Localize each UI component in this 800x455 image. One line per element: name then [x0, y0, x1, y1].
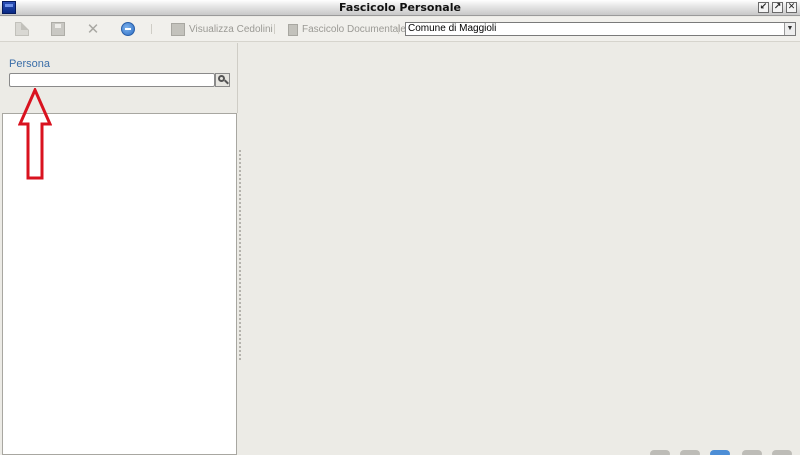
chevron-down-icon[interactable]: ▼	[784, 23, 795, 35]
toolbar-separator	[151, 24, 152, 34]
persona-label: Persona	[9, 58, 50, 70]
document-icon	[288, 23, 298, 36]
window-controls: ↙ ↗ ✕	[758, 2, 797, 13]
save-icon[interactable]	[51, 22, 65, 36]
visualizza-cedolini-button[interactable]: Visualizza Cedolini	[171, 22, 273, 37]
close-button[interactable]: ✕	[786, 2, 797, 13]
search-button[interactable]	[215, 73, 230, 87]
toolbar: ✕ Visualizza Cedolini Fascicolo Document…	[0, 17, 800, 42]
fascicolo-documentale-label: Fascicolo Documentale	[302, 24, 406, 35]
toolbar-separator	[398, 24, 399, 34]
bottom-control[interactable]	[650, 450, 670, 455]
maximize-button[interactable]: ↗	[772, 2, 783, 13]
persona-search-input[interactable]	[9, 73, 215, 87]
delete-icon[interactable]: ✕	[86, 22, 100, 37]
toolbar-separator	[274, 24, 275, 34]
fascicolo-documentale-button[interactable]: Fascicolo Documentale	[288, 22, 406, 37]
bottom-control[interactable]	[710, 450, 730, 455]
visualizza-cedolini-label: Visualizza Cedolini	[189, 24, 273, 35]
comune-select-value: Comune di Maggioli	[408, 23, 497, 34]
refresh-icon[interactable]	[121, 22, 135, 36]
window-title: Fascicolo Personale	[339, 1, 461, 14]
bottom-control[interactable]	[680, 450, 700, 455]
panel-splitter[interactable]	[239, 150, 241, 360]
new-document-icon[interactable]	[15, 22, 29, 36]
minimize-button[interactable]: ↙	[758, 2, 769, 13]
comune-select[interactable]: Comune di Maggioli ▼	[405, 22, 796, 36]
pages-icon	[171, 23, 185, 36]
window-title-bar: Fascicolo Personale ↙ ↗ ✕	[0, 0, 800, 16]
bottom-control[interactable]	[742, 450, 762, 455]
annotation-arrow-icon	[18, 88, 52, 180]
bottom-control[interactable]	[772, 450, 792, 455]
